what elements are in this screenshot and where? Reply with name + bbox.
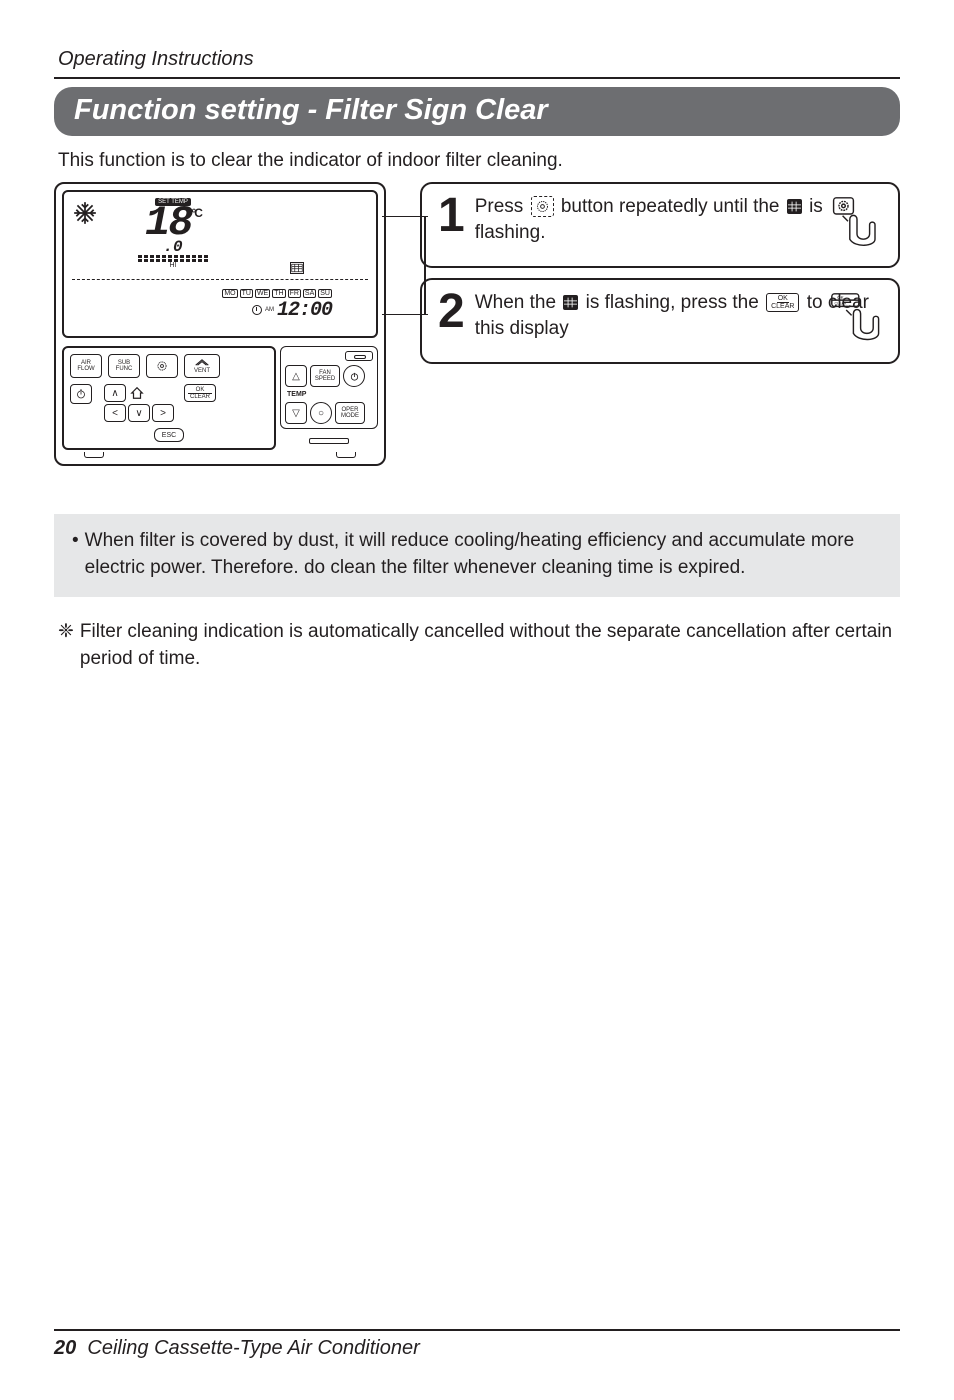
- esc-button[interactable]: ESC: [154, 428, 184, 442]
- ir-receiver: [345, 351, 373, 361]
- days-row: MO TU WE TH FR SA SU: [222, 289, 332, 298]
- snowflake-icon: [72, 200, 98, 275]
- page-footer: 20 Ceiling Cassette-Type Air Conditioner: [54, 1329, 900, 1360]
- step-2: 2 When the is flashing, press the OK CLE…: [420, 278, 900, 364]
- hand-press-icon: [830, 196, 884, 255]
- bullet-mark: •: [72, 528, 79, 581]
- fan-bar-indicator: [138, 255, 208, 262]
- time-readout: 12:00: [277, 299, 332, 322]
- section-banner: Function setting - Filter Sign Clear: [54, 87, 900, 136]
- remote-slot: [309, 438, 349, 444]
- filter-icon: [787, 199, 802, 214]
- timer-button[interactable]: [70, 384, 92, 404]
- intro-text: This function is to clear the indicator …: [58, 150, 900, 172]
- gear-icon: [531, 196, 554, 217]
- right-arrow-button[interactable]: >: [152, 404, 174, 422]
- svg-text:CLEAR: CLEAR: [835, 302, 847, 306]
- svg-text:OK: OK: [837, 295, 844, 300]
- keypad-right-panel: △ FAN SPEED TEMP ▽ ○ OPER MODE: [280, 346, 378, 429]
- footer-title: Ceiling Cassette-Type Air Conditioner: [87, 1337, 419, 1359]
- settings-gear-button[interactable]: [146, 354, 178, 378]
- keypad-left: AIR FLOW SUB FUNC VENT: [62, 346, 276, 450]
- step-1: 1 Press button repeatedly until the is f…: [420, 182, 900, 268]
- flower-mark: ❈: [58, 619, 74, 672]
- note-text: When filter is covered by dust, it will …: [85, 528, 884, 581]
- page-header: Operating Instructions: [54, 48, 900, 71]
- step-1-text: Press button repeatedly until the is fla…: [475, 194, 884, 245]
- up-arrow-button[interactable]: ∧: [104, 384, 126, 402]
- sub-func-button[interactable]: SUB FUNC: [108, 354, 140, 378]
- hand-press-icon: OK CLEAR: [830, 292, 884, 351]
- fan-speed-button[interactable]: FAN SPEED: [310, 365, 340, 387]
- ok-clear-button[interactable]: OK CLEAR: [184, 384, 216, 402]
- step-1-number: 1: [438, 192, 465, 240]
- oper-mode-button[interactable]: OPER MODE: [335, 402, 365, 424]
- remote-lcd: SET TEMP 18 °C .0 HI: [62, 190, 378, 338]
- left-arrow-button[interactable]: <: [104, 404, 126, 422]
- header-rule: [54, 77, 900, 79]
- circle-button[interactable]: ○: [310, 402, 332, 424]
- down-arrow-button[interactable]: ∨: [128, 404, 150, 422]
- arrow-pad: ∧ < ∨ >: [104, 384, 174, 422]
- step-2-text: When the is flashing, press the OK CLEAR…: [475, 290, 884, 341]
- home-icon: [128, 384, 146, 402]
- filter-icon: [563, 295, 578, 310]
- page-number: 20: [54, 1337, 76, 1359]
- temp-up-button[interactable]: △: [285, 365, 307, 387]
- temp-decimal: .0: [163, 241, 182, 254]
- air-flow-button[interactable]: AIR FLOW: [70, 354, 102, 378]
- remote-feet: [62, 452, 378, 458]
- remote-illustration: SET TEMP 18 °C .0 HI: [54, 182, 386, 466]
- filter-icon-small: [290, 262, 304, 274]
- temp-down-button[interactable]: ▽: [285, 402, 307, 424]
- ok-clear-icon: OK CLEAR: [766, 293, 799, 312]
- temp-readout: 18 °C: [145, 207, 201, 241]
- temp-label: TEMP: [287, 391, 373, 398]
- power-button[interactable]: [343, 365, 365, 387]
- vent-button[interactable]: VENT: [184, 354, 220, 378]
- ampm-label: AM: [265, 307, 274, 313]
- note-box: • When filter is covered by dust, it wil…: [54, 514, 900, 597]
- footnote-text: Filter cleaning indication is automatica…: [80, 619, 900, 672]
- hi-label: HI: [170, 262, 177, 269]
- step-2-number: 2: [438, 288, 465, 336]
- footnote: ❈ Filter cleaning indication is automati…: [54, 619, 900, 672]
- clock-icon: [252, 305, 262, 315]
